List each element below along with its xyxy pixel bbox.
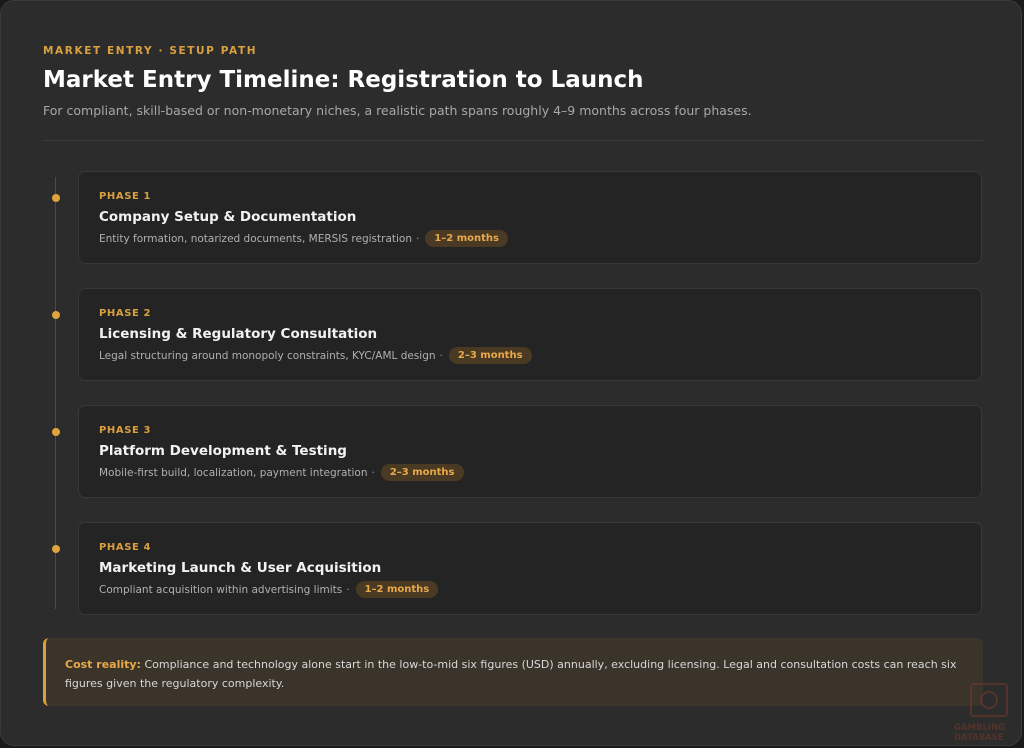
callout-label: Cost reality:	[65, 658, 141, 671]
watermark-logo: GAMBLING DATABASE	[952, 681, 1022, 747]
phase-card-3: PHASE 3 Platform Development & Testing M…	[78, 405, 982, 498]
separator: ·	[416, 232, 420, 245]
eyebrow-label: MARKET ENTRY · SETUP PATH	[43, 45, 258, 57]
page-title: Market Entry Timeline: Registration to L…	[43, 67, 644, 93]
duration-badge: 1–2 months	[425, 230, 509, 247]
phase-description-row: Compliant acquisition within advertising…	[99, 581, 439, 598]
phase-label: PHASE 3	[99, 425, 152, 436]
phase-card-1: PHASE 1 Company Setup & Documentation En…	[78, 171, 982, 264]
phase-label: PHASE 4	[99, 542, 152, 553]
timeline-card: MARKET ENTRY · SETUP PATH Market Entry T…	[0, 0, 1022, 746]
watermark-text: GAMBLING DATABASE	[954, 723, 1006, 743]
phase-title: Marketing Launch & User Acquisition	[99, 560, 382, 576]
phase-card-4: PHASE 4 Marketing Launch & User Acquisit…	[78, 522, 982, 615]
timeline-dot-3	[52, 428, 60, 436]
callout-text: Compliance and technology alone start in…	[65, 658, 957, 690]
duration-badge: 2–3 months	[448, 347, 532, 364]
poker-chip-icon	[980, 691, 998, 709]
watermark-frame-icon	[970, 683, 1008, 717]
duration-badge: 1–2 months	[355, 581, 439, 598]
phase-description-row: Entity formation, notarized documents, M…	[99, 230, 509, 247]
duration-badge: 2–3 months	[380, 464, 464, 481]
phase-card-2: PHASE 2 Licensing & Regulatory Consultat…	[78, 288, 982, 381]
timeline-dot-4	[52, 545, 60, 553]
timeline-dot-1	[52, 194, 60, 202]
header-divider	[43, 140, 983, 141]
separator: ·	[346, 583, 350, 596]
phase-title: Licensing & Regulatory Consultation	[99, 326, 378, 342]
phase-title: Company Setup & Documentation	[99, 209, 357, 225]
separator: ·	[439, 349, 443, 362]
phase-description: Compliant acquisition within advertising…	[99, 583, 343, 596]
timeline-dot-2	[52, 311, 60, 319]
phase-description: Entity formation, notarized documents, M…	[99, 232, 412, 245]
phase-label: PHASE 2	[99, 308, 152, 319]
cost-callout: Cost reality: Compliance and technology …	[43, 638, 983, 706]
phase-label: PHASE 1	[99, 191, 152, 202]
phase-description-row: Legal structuring around monopoly constr…	[99, 347, 532, 364]
separator: ·	[371, 466, 375, 479]
phase-description: Legal structuring around monopoly constr…	[99, 349, 436, 362]
phase-description: Mobile-first build, localization, paymen…	[99, 466, 368, 479]
page-subtitle: For compliant, skill-based or non-moneta…	[43, 103, 752, 118]
phase-description-row: Mobile-first build, localization, paymen…	[99, 464, 464, 481]
phase-title: Platform Development & Testing	[99, 443, 347, 459]
